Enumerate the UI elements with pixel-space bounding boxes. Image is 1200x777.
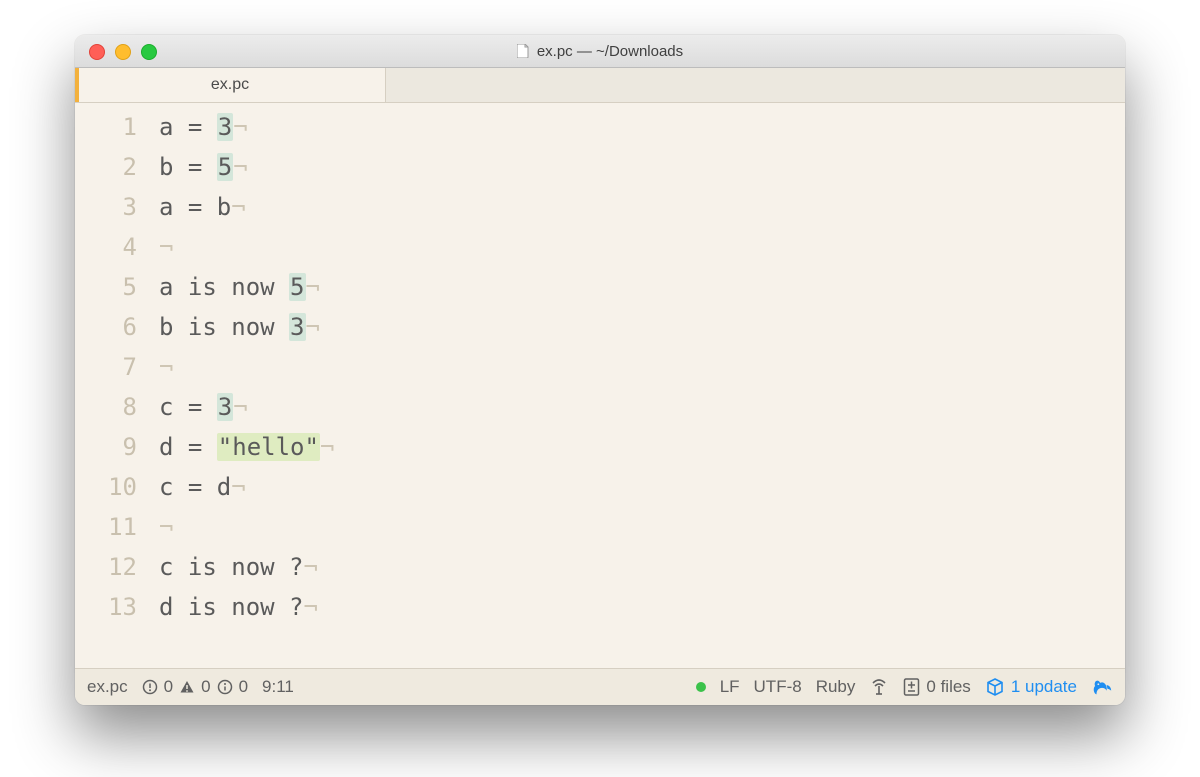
status-cursor[interactable]: 9:11 bbox=[262, 677, 294, 697]
package-icon bbox=[985, 677, 1005, 697]
code-line[interactable]: 11¬ bbox=[75, 507, 1125, 547]
warning-count: 0 bbox=[201, 677, 210, 697]
error-count: 0 bbox=[164, 677, 173, 697]
code-line[interactable]: 2b = 5¬ bbox=[75, 147, 1125, 187]
line-number: 13 bbox=[75, 587, 159, 627]
zoom-icon[interactable] bbox=[141, 44, 157, 60]
line-number: 4 bbox=[75, 227, 159, 267]
code-text[interactable]: ¬ bbox=[159, 507, 173, 547]
line-number: 6 bbox=[75, 307, 159, 347]
status-eol[interactable]: LF bbox=[720, 677, 740, 697]
code-text[interactable]: a = b¬ bbox=[159, 187, 246, 227]
status-updates[interactable]: 1 update bbox=[985, 677, 1077, 697]
code-line[interactable]: 4¬ bbox=[75, 227, 1125, 267]
code-text[interactable]: ¬ bbox=[159, 347, 173, 387]
telemetry-icon[interactable] bbox=[869, 677, 889, 697]
code-editor[interactable]: 1a = 3¬2b = 5¬3a = b¬4¬5a is now 5¬6b is… bbox=[75, 103, 1125, 668]
code-text[interactable]: b is now 3¬ bbox=[159, 307, 320, 347]
code-line[interactable]: 6b is now 3¬ bbox=[75, 307, 1125, 347]
code-line[interactable]: 9d = "hello"¬ bbox=[75, 427, 1125, 467]
minimize-icon[interactable] bbox=[115, 44, 131, 60]
code-text[interactable]: c is now ?¬ bbox=[159, 547, 318, 587]
git-files-count: 0 files bbox=[926, 677, 970, 697]
file-icon bbox=[517, 44, 529, 58]
code-line[interactable]: 13d is now ?¬ bbox=[75, 587, 1125, 627]
code-line[interactable]: 12c is now ?¬ bbox=[75, 547, 1125, 587]
line-number: 5 bbox=[75, 267, 159, 307]
tab-file[interactable]: ex.pc bbox=[75, 68, 386, 102]
code-line[interactable]: 8c = 3¬ bbox=[75, 387, 1125, 427]
squirrel-icon[interactable] bbox=[1091, 676, 1113, 698]
code-line[interactable]: 7¬ bbox=[75, 347, 1125, 387]
updates-count: 1 update bbox=[1011, 677, 1077, 697]
code-text[interactable]: a is now 5¬ bbox=[159, 267, 320, 307]
status-git[interactable]: 0 files bbox=[903, 677, 970, 697]
window-title-text: ex.pc — ~/Downloads bbox=[537, 43, 683, 60]
code-text[interactable]: d = "hello"¬ bbox=[159, 427, 334, 467]
line-number: 2 bbox=[75, 147, 159, 187]
code-line[interactable]: 5a is now 5¬ bbox=[75, 267, 1125, 307]
line-number: 10 bbox=[75, 467, 159, 507]
code-line[interactable]: 10c = d¬ bbox=[75, 467, 1125, 507]
status-bar: ex.pc 0 0 0 9:11 LF UTF-8 Ruby bbox=[75, 668, 1125, 705]
line-number: 12 bbox=[75, 547, 159, 587]
status-filename[interactable]: ex.pc bbox=[87, 677, 128, 697]
code-text[interactable]: a = 3¬ bbox=[159, 107, 248, 147]
status-language[interactable]: Ruby bbox=[816, 677, 856, 697]
info-icon bbox=[217, 679, 233, 695]
titlebar: ex.pc — ~/Downloads bbox=[75, 35, 1125, 68]
status-diagnostics[interactable]: 0 0 0 bbox=[142, 677, 248, 697]
line-number: 3 bbox=[75, 187, 159, 227]
code-text[interactable]: d is now ?¬ bbox=[159, 587, 318, 627]
code-text[interactable]: ¬ bbox=[159, 227, 173, 267]
error-icon bbox=[142, 679, 158, 695]
clean-indicator-icon bbox=[696, 682, 706, 692]
line-number: 11 bbox=[75, 507, 159, 547]
editor-window: ex.pc — ~/Downloads ex.pc 1a = 3¬2b = 5¬… bbox=[75, 35, 1125, 705]
code-text[interactable]: b = 5¬ bbox=[159, 147, 248, 187]
info-count: 0 bbox=[239, 677, 248, 697]
line-number: 1 bbox=[75, 107, 159, 147]
warning-icon bbox=[179, 679, 195, 695]
window-title: ex.pc — ~/Downloads bbox=[517, 43, 683, 60]
status-encoding[interactable]: UTF-8 bbox=[754, 677, 802, 697]
code-text[interactable]: c = 3¬ bbox=[159, 387, 248, 427]
traffic-lights bbox=[89, 44, 157, 60]
line-number: 8 bbox=[75, 387, 159, 427]
tabstrip: ex.pc bbox=[75, 68, 1125, 103]
close-icon[interactable] bbox=[89, 44, 105, 60]
code-text[interactable]: c = d¬ bbox=[159, 467, 246, 507]
line-number: 7 bbox=[75, 347, 159, 387]
code-line[interactable]: 3a = b¬ bbox=[75, 187, 1125, 227]
tab-label: ex.pc bbox=[211, 76, 249, 94]
code-line[interactable]: 1a = 3¬ bbox=[75, 107, 1125, 147]
line-number: 9 bbox=[75, 427, 159, 467]
diff-icon bbox=[903, 677, 920, 697]
